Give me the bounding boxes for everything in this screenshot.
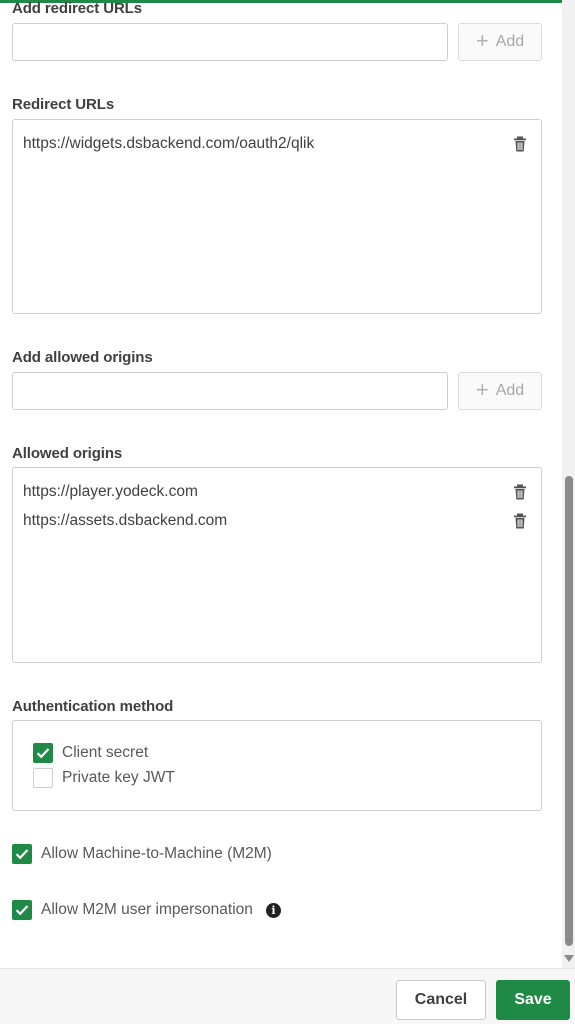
add-redirect-urls-label: Add redirect URLs — [12, 0, 142, 17]
vertical-scrollbar[interactable] — [562, 0, 575, 968]
trash-icon[interactable] — [513, 484, 527, 500]
redirect-urls-label: Redirect URLs — [12, 96, 115, 113]
add-button-label: Add — [495, 33, 525, 50]
checkmark-icon — [36, 748, 50, 759]
list-item: https://assets.dsbackend.com — [23, 511, 527, 531]
allow-m2m-label: Allow Machine-to-Machine (M2M) — [41, 845, 272, 862]
allowed-origins-label: Allowed origins — [12, 445, 123, 462]
client-secret-option[interactable]: Client secret — [33, 743, 148, 763]
client-secret-label: Client secret — [62, 744, 149, 761]
checkmark-icon — [15, 905, 29, 916]
allow-m2m-option[interactable]: Allow Machine-to-Machine (M2M) — [12, 844, 272, 864]
scrollbar-thumb[interactable] — [565, 476, 573, 946]
allowed-origin-input[interactable] — [12, 372, 448, 410]
allow-m2m-impersonation-label: Allow M2M user impersonation — [41, 901, 253, 918]
scroll-down-arrow-icon[interactable] — [564, 955, 574, 962]
private-key-jwt-checkbox[interactable] — [33, 768, 53, 788]
allowed-origins-list: https://player.yodeck.com https://assets… — [12, 467, 542, 663]
plus-icon: + — [475, 28, 489, 53]
plus-icon: + — [475, 377, 489, 402]
client-secret-checkbox[interactable] — [33, 743, 53, 763]
info-icon[interactable]: i — [265, 902, 281, 918]
add-allowed-origins-label: Add allowed origins — [12, 349, 153, 366]
add-redirect-url-button[interactable]: + Add — [458, 23, 542, 61]
trash-icon[interactable] — [513, 136, 527, 152]
authentication-method-label: Authentication method — [12, 698, 174, 715]
form-scroll-area: Add redirect URLs + Add Redirect URLs ht… — [0, 0, 562, 968]
redirect-url-input[interactable] — [12, 23, 448, 61]
list-item: https://player.yodeck.com — [23, 482, 527, 502]
redirect-urls-list: https://widgets.dsbackend.com/oauth2/qli… — [12, 119, 542, 314]
redirect-url-text: https://widgets.dsbackend.com/oauth2/qli… — [23, 135, 315, 152]
origin-text: https://assets.dsbackend.com — [23, 512, 228, 529]
trash-icon[interactable] — [513, 513, 527, 529]
checkmark-icon — [15, 849, 29, 860]
dialog-footer: Cancel Save — [0, 968, 575, 1024]
allow-m2m-impersonation-option[interactable]: Allow M2M user impersonation i — [12, 900, 281, 920]
private-key-jwt-label: Private key JWT — [62, 769, 175, 786]
origin-text: https://player.yodeck.com — [23, 483, 198, 500]
private-key-jwt-option[interactable]: Private key JWT — [33, 768, 175, 788]
save-button[interactable]: Save — [496, 980, 570, 1020]
cancel-button[interactable]: Cancel — [396, 980, 486, 1020]
allow-m2m-checkbox[interactable] — [12, 844, 32, 864]
add-allowed-origin-button[interactable]: + Add — [458, 372, 542, 410]
add-button-label: Add — [495, 382, 525, 399]
allow-m2m-impersonation-checkbox[interactable] — [12, 900, 32, 920]
authentication-method-group: Client secret Private key JWT — [12, 720, 542, 811]
list-item: https://widgets.dsbackend.com/oauth2/qli… — [23, 134, 527, 154]
